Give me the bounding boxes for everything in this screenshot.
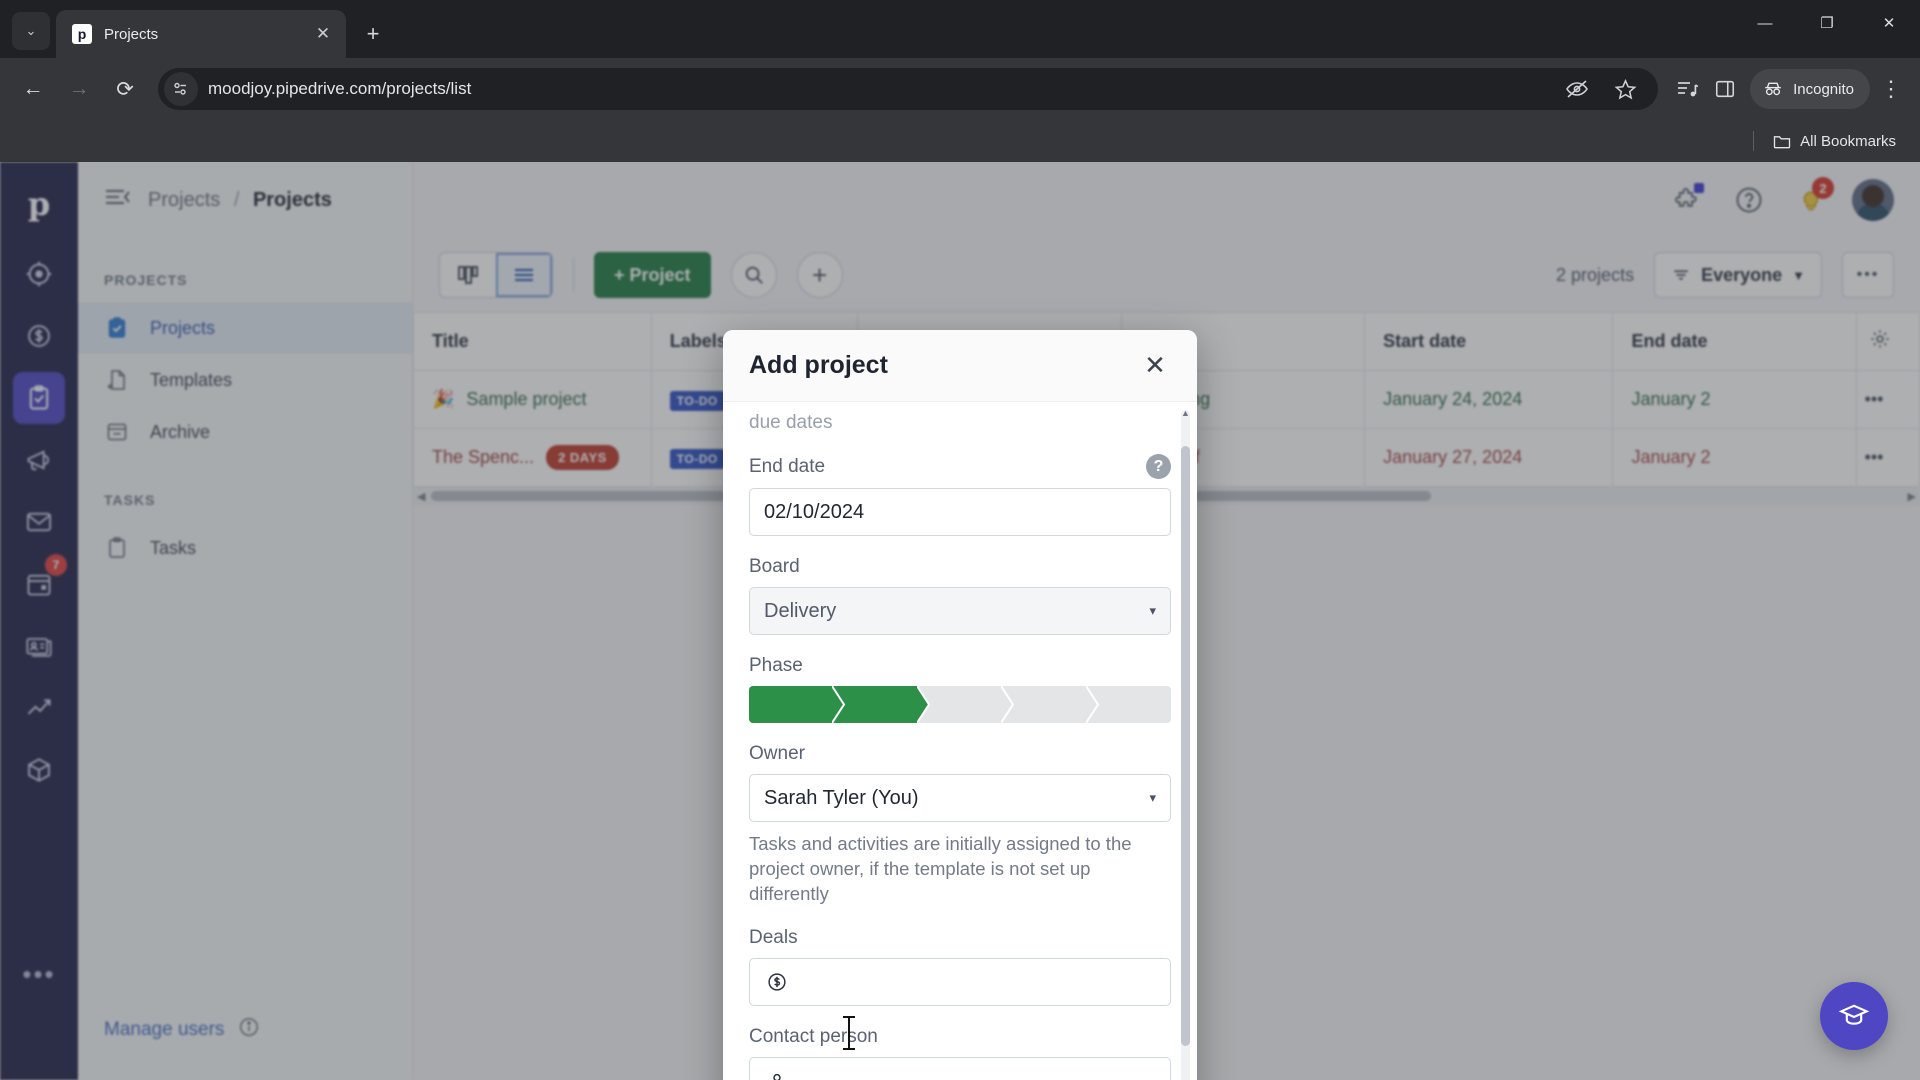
scroll-up-arrow[interactable]: ▲ — [1181, 408, 1190, 418]
dialog-body: due dates End date ? 02/10/2024 Board De… — [723, 402, 1197, 1080]
owner-help-text: Tasks and activities are initially assig… — [749, 833, 1132, 904]
favicon-letter: p — [77, 26, 87, 42]
phase-progress-bar[interactable] — [749, 685, 1171, 724]
deals-label: Deals — [749, 926, 798, 948]
dialog-scrollbar[interactable]: ▲ ▼ — [1181, 408, 1190, 1080]
deals-input[interactable] — [749, 957, 1171, 1006]
maximize-icon[interactable]: ❐ — [1796, 0, 1858, 46]
dialog-title: Add project — [749, 351, 888, 379]
bookmark-star-icon[interactable] — [1608, 72, 1642, 106]
phase-label: Phase — [749, 655, 803, 676]
bookmarks-divider — [1753, 131, 1755, 151]
chevron-down-icon: ▾ — [1149, 790, 1156, 805]
scrollbar-thumb[interactable] — [1181, 446, 1190, 1046]
phase-step-notch — [1084, 685, 1100, 724]
end-date-help-icon[interactable]: ? — [1146, 454, 1171, 479]
window-controls: — ❐ ✕ — [1734, 0, 1920, 46]
address-bar[interactable]: moodjoy.pipedrive.com/projects/list — [158, 68, 1659, 110]
graduation-cap-icon — [1838, 1004, 1870, 1025]
close-dialog-icon[interactable]: ✕ — [1137, 348, 1173, 384]
partial-helper-text: due dates — [749, 412, 833, 433]
contact-person-label: Contact person — [749, 1025, 878, 1047]
favicon-pipedrive: p — [72, 24, 92, 44]
contact-person-input[interactable] — [749, 1056, 1171, 1080]
end-date-label: End date — [749, 455, 826, 477]
reload-icon[interactable]: ⟳ — [104, 68, 146, 110]
minimize-icon[interactable]: — — [1734, 0, 1796, 46]
all-bookmarks-button[interactable]: All Bookmarks — [1764, 127, 1904, 155]
end-date-value: 02/10/2024 — [764, 500, 865, 523]
deal-dollar-icon — [764, 969, 790, 995]
add-project-dialog: Add project ✕ due dates End date ? 02/10… — [723, 330, 1197, 1080]
eye-slash-icon[interactable] — [1560, 72, 1594, 106]
chevron-down-icon: ▾ — [1149, 603, 1156, 618]
bookmarks-bar: All Bookmarks — [0, 120, 1920, 162]
all-bookmarks-label: All Bookmarks — [1800, 132, 1896, 150]
text-cursor — [843, 1016, 855, 1050]
board-label: Board — [749, 556, 800, 577]
media-control-icon[interactable] — [1670, 72, 1704, 106]
phase-step-notch — [1000, 685, 1016, 724]
incognito-label: Incognito — [1793, 80, 1854, 98]
tab-search-button[interactable]: ⌄ — [12, 12, 50, 50]
back-icon[interactable]: ← — [12, 68, 54, 110]
browser-toolbar: ← → ⟳ moodjoy.pipedrive.com/projects/lis… — [0, 58, 1920, 120]
owner-label: Owner — [749, 743, 805, 764]
browser-menu-icon[interactable]: ⋮ — [1874, 72, 1908, 106]
browser-tab[interactable]: p Projects ✕ — [56, 10, 346, 58]
folder-icon — [1773, 136, 1791, 149]
tab-title: Projects — [104, 25, 159, 43]
url-text: moodjoy.pipedrive.com/projects/list — [208, 79, 472, 98]
owner-select[interactable]: Sarah Tyler (You) ▾ — [749, 774, 1171, 822]
end-date-input[interactable]: 02/10/2024 — [749, 488, 1171, 536]
new-tab-button[interactable]: + — [356, 17, 390, 51]
owner-value: Sarah Tyler (You) — [764, 786, 919, 809]
person-icon — [764, 1068, 790, 1080]
board-value: Delivery — [764, 599, 837, 622]
incognito-indicator[interactable]: Incognito — [1750, 69, 1870, 109]
incognito-icon — [1765, 82, 1781, 96]
dialog-header: Add project ✕ — [723, 330, 1197, 402]
close-tab-icon[interactable]: ✕ — [312, 23, 334, 45]
phase-step-notch — [915, 685, 931, 724]
learning-center-button[interactable] — [1820, 982, 1888, 1050]
chevron-down-icon: ⌄ — [25, 23, 37, 38]
browser-window: ⌄ p Projects ✕ + — ❐ ✕ ← → ⟳ moodjoy.pip… — [0, 0, 1920, 1080]
side-panel-icon[interactable] — [1708, 72, 1742, 106]
end-date-label-row: End date ? — [749, 454, 1171, 479]
tab-strip: ⌄ p Projects ✕ + — ❐ ✕ — [0, 0, 1920, 58]
phase-step-notch — [831, 685, 847, 724]
board-select[interactable]: Delivery ▾ — [749, 587, 1171, 635]
close-window-icon[interactable]: ✕ — [1858, 0, 1920, 46]
forward-icon[interactable]: → — [58, 68, 100, 110]
page-viewport: p 7 ••• Projects / Projects PROJECTS Pro… — [0, 162, 1920, 1080]
phase-step-1[interactable] — [749, 685, 847, 724]
page-info-icon[interactable] — [164, 72, 198, 106]
